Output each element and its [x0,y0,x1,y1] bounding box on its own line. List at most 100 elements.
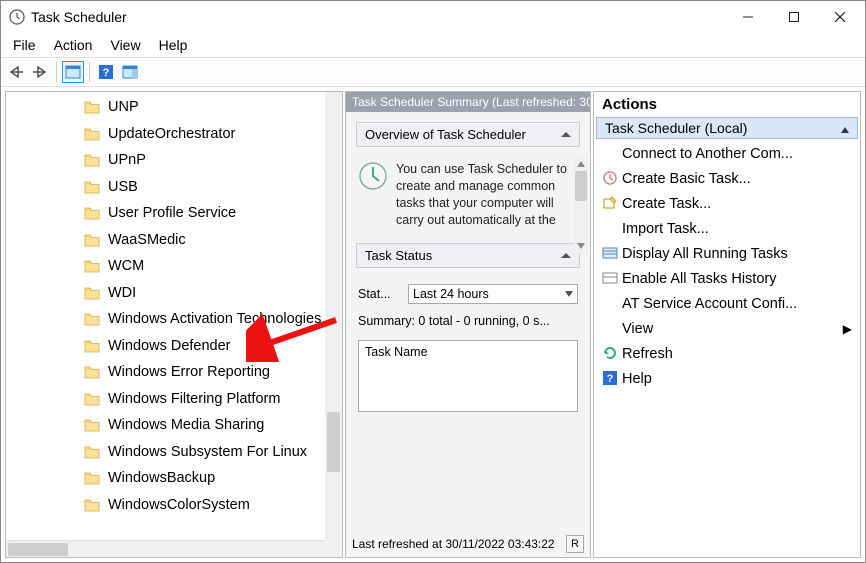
action-item-label: Create Basic Task... [622,171,751,187]
tree-item-label: WindowsBackup [108,470,215,486]
action-item[interactable]: ?Help [598,366,856,391]
refresh-row: Last refreshed at 30/11/2022 03:43:22 R [346,531,590,557]
tree-item[interactable]: UpdateOrchestrator [6,121,342,148]
toolbar-separator [89,62,90,82]
main-body: UNP UpdateOrchestrator UPnP USBUser Profile… [1,87,865,562]
close-button[interactable] [817,2,863,32]
tree-item-label: UNP [108,99,139,115]
tree-item-label: WCM [108,258,144,274]
task-table-header: Task Name [365,345,428,359]
tree-item[interactable]: WindowsBackup [6,465,342,492]
action-item[interactable]: Refresh [598,341,856,366]
summary-body: Overview of Task Scheduler You can use T… [346,112,590,531]
action-item[interactable]: Create Task... [598,191,856,216]
collapse-caret-icon [561,253,571,258]
status-label: Stat... [358,287,400,301]
actions-group-label: Task Scheduler (Local) [605,120,747,136]
tree-item[interactable]: Windows Error Reporting [6,359,342,386]
tree-item[interactable]: Windows Filtering Platform [6,386,342,413]
back-button[interactable] [5,61,27,83]
vertical-scrollbar[interactable] [325,92,342,557]
task-name-table[interactable]: Task Name [358,340,578,412]
status-summary: Summary: 0 total - 0 running, 0 s... [358,314,578,328]
action-item-label: Help [622,371,652,387]
folder-icon [84,498,100,512]
folder-icon [84,153,100,167]
action-item[interactable]: View▶ [598,316,856,341]
action-item[interactable]: Display All Running Tasks [598,241,856,266]
folder-icon [84,365,100,379]
tree-item[interactable]: UPnP [6,147,342,174]
status-period-select[interactable]: Last 24 hours [408,284,578,304]
titlebar: Task Scheduler [1,1,865,33]
tree-item-label: WaaSMedic [108,232,186,248]
titlebar-left: Task Scheduler [9,9,127,25]
tree-item[interactable]: WCM [6,253,342,280]
action-item-label: Refresh [622,346,673,362]
folder-icon [84,127,100,141]
clock-icon [9,9,25,25]
folder-icon [84,206,100,220]
tree-item-label: Windows Error Reporting [108,364,270,380]
help-button[interactable]: ? [95,61,117,83]
tree-item[interactable]: Windows Subsystem For Linux [6,439,342,466]
folder-icon [84,339,100,353]
action-item[interactable]: AT Service Account Confi... [598,291,856,316]
menu-file[interactable]: File [5,35,44,55]
summary-title: Task Scheduler Summary (Last refreshed: … [346,92,590,112]
refresh-button[interactable]: R [566,535,584,553]
tree-item[interactable]: WindowsColorSystem [6,492,342,519]
task-scheduler-window: Task Scheduler File Action View Help ? U… [0,0,866,563]
action-item[interactable]: Import Task... [598,216,856,241]
help-icon: ? [602,370,618,386]
tree-item[interactable]: WaaSMedic [6,227,342,254]
minimize-button[interactable] [725,2,771,32]
tree-item[interactable]: USB [6,174,342,201]
action-item-label: Connect to Another Com... [622,146,793,162]
refresh-icon [602,345,618,361]
maximize-button[interactable] [771,2,817,32]
tree-item[interactable]: Windows Defender [6,333,342,360]
tree-item[interactable]: User Profile Service [6,200,342,227]
actions-group-header[interactable]: Task Scheduler (Local) [596,117,858,139]
status-header-label: Task Status [365,248,432,263]
window-controls [725,2,863,32]
svg-text:?: ? [103,67,110,79]
tree-view[interactable]: UNP UpdateOrchestrator UPnP USBUser Profile… [6,92,342,557]
folder-icon [84,100,100,114]
action-item-label: AT Service Account Confi... [622,296,797,312]
folder-icon [84,286,100,300]
forward-button[interactable] [29,61,51,83]
tree-item[interactable]: UNP [6,94,342,121]
overview-header[interactable]: Overview of Task Scheduler [356,122,580,147]
summary-pane: Task Scheduler Summary (Last refreshed: … [345,91,591,558]
overview-body: You can use Task Scheduler to create and… [356,157,580,233]
overview-scrollbar[interactable] [574,157,588,253]
tree-item-label: UPnP [108,152,146,168]
folder-icon [84,312,100,326]
action-item[interactable]: Enable All Tasks History [598,266,856,291]
folder-icon [84,445,100,459]
tree-item[interactable]: Windows Activation Technologies [6,306,342,333]
action-item-label: Display All Running Tasks [622,246,788,262]
action-item-label: Import Task... [622,221,709,237]
folder-icon [84,392,100,406]
tree-item-label: UpdateOrchestrator [108,126,235,142]
menu-help[interactable]: Help [151,35,196,55]
create-icon [602,195,618,211]
toolbar-separator [56,62,57,82]
action-item[interactable]: Create Basic Task... [598,166,856,191]
horizontal-scrollbar[interactable] [6,540,325,557]
tree-item[interactable]: Windows Media Sharing [6,412,342,439]
menu-view[interactable]: View [102,35,148,55]
tree-item[interactable]: WDI [6,280,342,307]
menu-action[interactable]: Action [46,35,101,55]
tree-item-label: Windows Subsystem For Linux [108,444,307,460]
tree-item-label: Windows Filtering Platform [108,391,280,407]
actions-pane: Actions Task Scheduler (Local) Connect t… [593,91,861,558]
status-header[interactable]: Task Status [356,243,580,268]
chevron-down-icon [565,291,573,297]
show-hide-tree-button[interactable] [62,61,84,83]
show-hide-action-pane-button[interactable] [119,61,141,83]
action-item[interactable]: Connect to Another Com... [598,141,856,166]
